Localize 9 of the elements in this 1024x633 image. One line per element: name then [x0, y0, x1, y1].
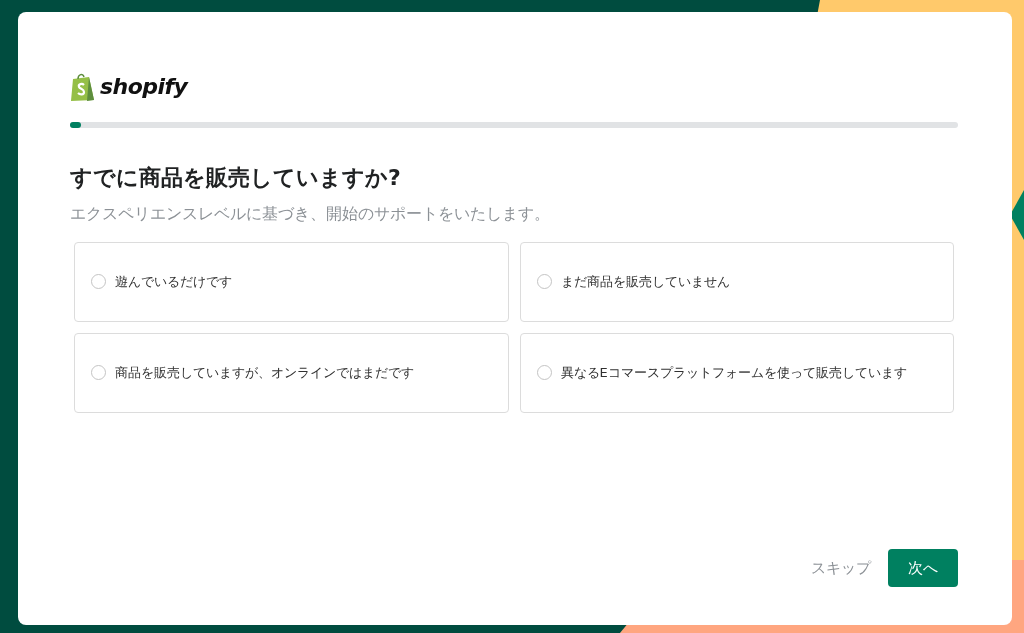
answer-option[interactable]: 商品を販売していますが、オンラインではまだです: [74, 332, 509, 413]
answer-option[interactable]: まだ商品を販売していません: [519, 241, 954, 322]
next-button[interactable]: 次へ: [888, 549, 958, 587]
question-subtitle: エクスペリエンスレベルに基づき、開始のサポートをいたします。: [70, 202, 551, 225]
logo-wordmark: shopify: [100, 73, 188, 101]
question-title: すでに商品を販売していますか?: [70, 164, 402, 192]
shopping-bag-icon: [70, 71, 96, 102]
answer-option[interactable]: 異なるEコマースプラットフォームを使って販売しています: [519, 332, 954, 413]
answer-option[interactable]: 遊んでいるだけです: [74, 241, 509, 322]
